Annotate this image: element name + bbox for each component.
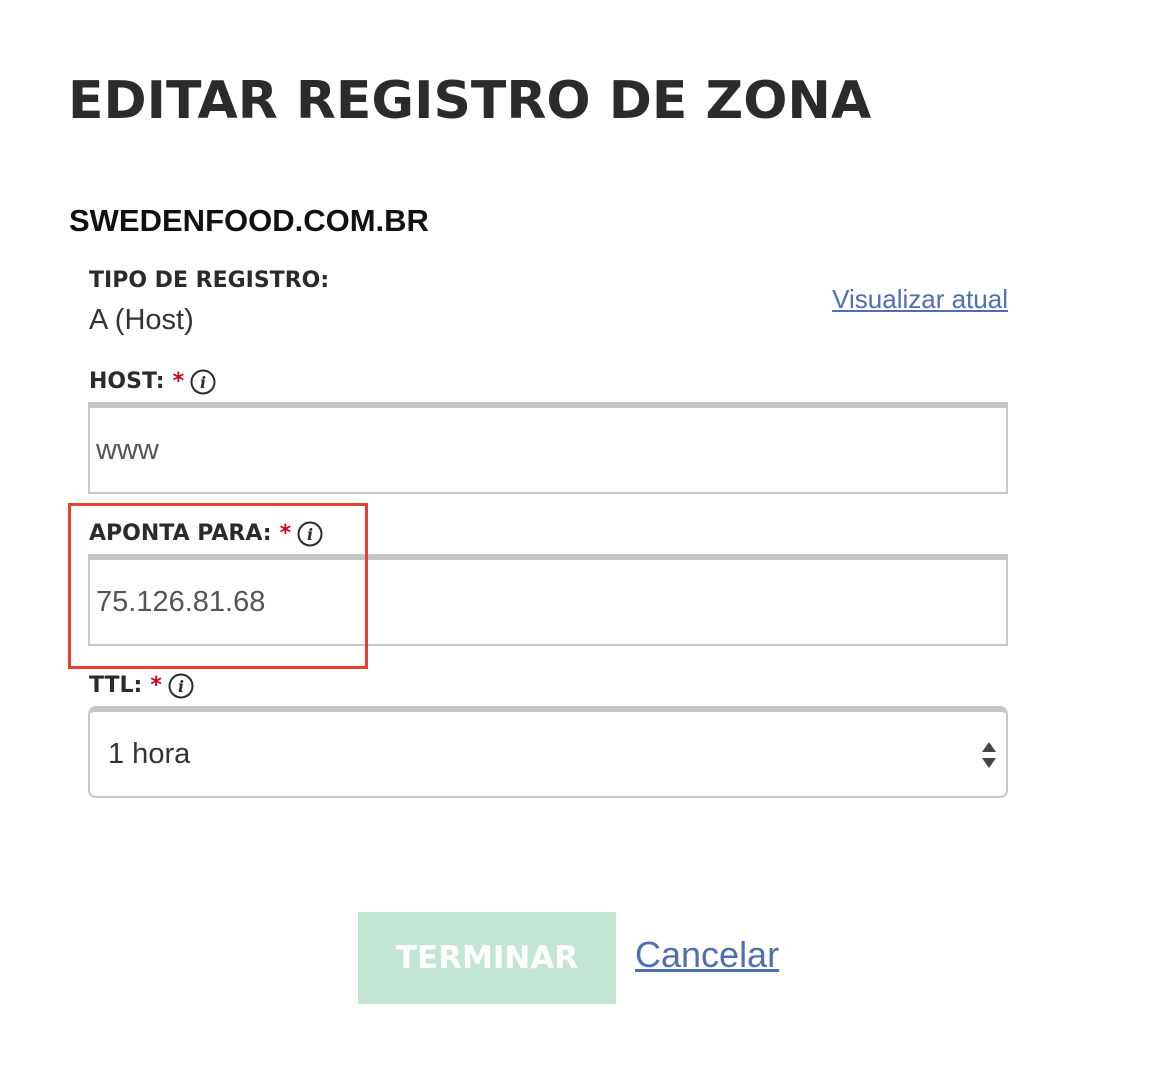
ttl-required-mark: *	[150, 673, 162, 698]
points-to-required-mark: *	[279, 521, 292, 546]
host-info-icon[interactable]: i	[190, 369, 216, 395]
terminar-button[interactable]: TERMINAR	[358, 912, 616, 1004]
points-to-label-text: APONTA PARA:	[89, 521, 272, 546]
svg-text:i: i	[307, 525, 313, 544]
select-arrows-icon	[980, 740, 998, 770]
record-type-label: TIPO DE REGISTRO:	[89, 267, 329, 295]
points-to-input[interactable]	[88, 554, 1008, 646]
ttl-label: TTL: * i	[89, 672, 194, 700]
host-label-text: HOST:	[89, 369, 165, 394]
domain-name: SWEDENFOOD.COM.BR	[69, 203, 429, 238]
points-to-label: APONTA PARA: * i	[89, 520, 323, 548]
ttl-info-icon[interactable]: i	[168, 673, 194, 699]
points-to-info-icon[interactable]: i	[297, 521, 323, 547]
svg-text:i: i	[200, 373, 206, 392]
host-required-mark: *	[172, 369, 185, 394]
ttl-select[interactable]: 1 hora	[88, 706, 1008, 798]
host-label: HOST: * i	[89, 368, 216, 396]
page-title: EDITAR REGISTRO DE ZONA	[68, 71, 872, 131]
host-input[interactable]	[88, 402, 1008, 494]
cancel-link[interactable]: Cancelar	[635, 934, 779, 976]
record-type-label-text: TIPO DE REGISTRO:	[89, 268, 330, 293]
svg-text:i: i	[178, 677, 184, 696]
view-current-link[interactable]: Visualizar atual	[832, 283, 1008, 315]
ttl-label-text: TTL:	[89, 673, 143, 698]
record-type-value: A (Host)	[89, 304, 194, 336]
ttl-selected-value: 1 hora	[108, 738, 191, 770]
